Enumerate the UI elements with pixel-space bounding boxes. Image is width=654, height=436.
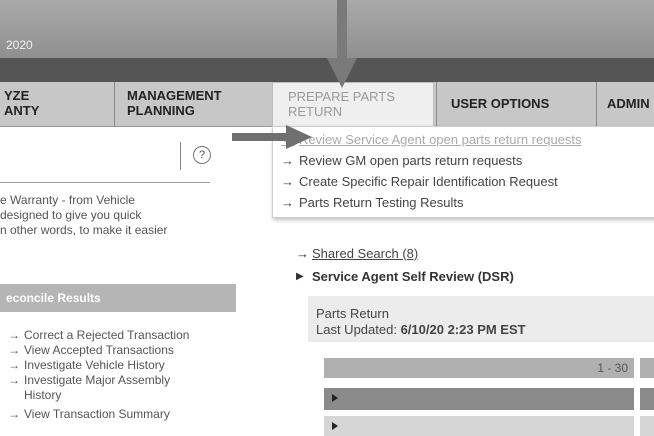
tab-label-line2: ANTY [4,103,40,118]
arrow-right-icon: → [281,195,294,210]
prepare-parts-return-menu: → Review Service Agent open parts return … [272,126,654,218]
arrow-right-icon: → [281,153,294,168]
tab-label-line2: RETURN [288,104,343,119]
intro-text: e Warranty - from Vehicle designed to gi… [0,193,230,238]
tab-admin[interactable]: ADMIN [596,82,654,126]
expand-triangle-icon[interactable] [332,422,338,430]
parts-return-card: Parts Return Last Updated: 6/10/20 2:23 … [308,296,654,342]
intro-line: e Warranty - from Vehicle [0,193,135,207]
tab-analyze-warranty[interactable]: YZE ANTY [4,82,114,126]
arrow-right-icon: → [8,373,20,387]
arrow-right-icon: → [8,407,20,421]
link-transaction-summary[interactable]: → View Transaction Summary [8,407,238,422]
intro-line: n other words, to make it easier [0,223,168,237]
arrow-right-icon: → [8,328,20,342]
header-year: 2020 [6,38,33,52]
tab-user-options[interactable]: USER OPTIONS [436,82,596,126]
pager-bar: 1 - 30 [324,358,634,378]
intro-line: designed to give you quick [0,208,142,222]
arrow-right-icon: → [281,174,294,189]
menu-item-review-service-agent[interactable]: →Review Service Agent open parts return … [281,132,582,147]
menu-item-label: Create Specific Repair Identification Re… [299,174,558,189]
table-row-right [640,416,654,436]
reconcile-links: → Correct a Rejected Transaction → View Ac… [8,328,238,422]
link-label: Investigate Vehicle History [24,358,165,372]
tab-label-line1: USER OPTIONS [451,96,550,111]
main-links: → Shared Search (8) ▶ Service Agent Self R… [296,246,514,292]
tab-label-line1: ADMIN [607,96,650,111]
reconcile-results-header: econcile Results [0,284,236,312]
menu-item-review-gm[interactable]: → Review GM open parts return requests [281,153,522,168]
pager-bar-right [640,358,654,378]
menu-item-create-request[interactable]: → Create Specific Repair Identification R… [281,174,558,189]
divider [0,182,210,183]
shared-search-label: Shared Search (8) [312,246,419,261]
arrow-right-icon: → [296,246,309,261]
tab-label-line1: YZE [4,88,30,103]
link-label: View Accepted Transactions [24,343,174,357]
last-updated-value: 6/10/20 2:23 PM EST [400,322,526,337]
arrow-right-icon: → [8,358,20,372]
tab-label-line1: PREPARE PARTS [288,89,395,104]
help-icon[interactable]: ? [193,146,211,164]
tab-label-line2: PLANNING [127,103,195,118]
tab-management-planning[interactable]: MANAGEMENT PLANNING [114,82,270,126]
right-arrow-icon [232,125,312,149]
shared-search-link[interactable]: → Shared Search (8) [296,246,514,261]
card-title: Parts Return [316,306,389,321]
self-review-label: Service Agent Self Review (DSR) [312,269,514,284]
link-label: Investigate Major Assembly History [24,373,171,402]
menu-item-label: Parts Return Testing Results [299,195,464,210]
link-label: View Transaction Summary [24,407,170,421]
link-vehicle-history[interactable]: → Investigate Vehicle History [8,358,238,373]
down-arrow-icon [327,0,357,88]
expand-triangle-icon: ▶ [296,271,304,282]
link-view-accepted[interactable]: → View Accepted Transactions [8,343,238,358]
link-correct-rejected[interactable]: → Correct a Rejected Transaction [8,328,238,343]
self-review-toggle[interactable]: ▶ Service Agent Self Review (DSR) [296,269,514,284]
expand-triangle-icon[interactable] [332,394,338,402]
menu-item-label: Review Service Agent open parts return r… [299,132,582,147]
table-row[interactable] [324,388,634,410]
last-updated: Last Updated: 6/10/20 2:23 PM EST [316,322,526,337]
last-updated-label: Last Updated: [316,322,397,337]
link-major-assembly-history[interactable]: → Investigate Major Assembly History [8,373,208,403]
arrow-right-icon: → [8,343,20,357]
menu-item-label: Review GM open parts return requests [299,153,523,168]
menu-item-testing-results[interactable]: → Parts Return Testing Results [281,195,464,210]
tab-label-line1: MANAGEMENT [127,88,222,103]
link-label: Correct a Rejected Transaction [24,328,190,342]
table-row[interactable] [324,416,634,436]
table-row-right [640,388,654,410]
